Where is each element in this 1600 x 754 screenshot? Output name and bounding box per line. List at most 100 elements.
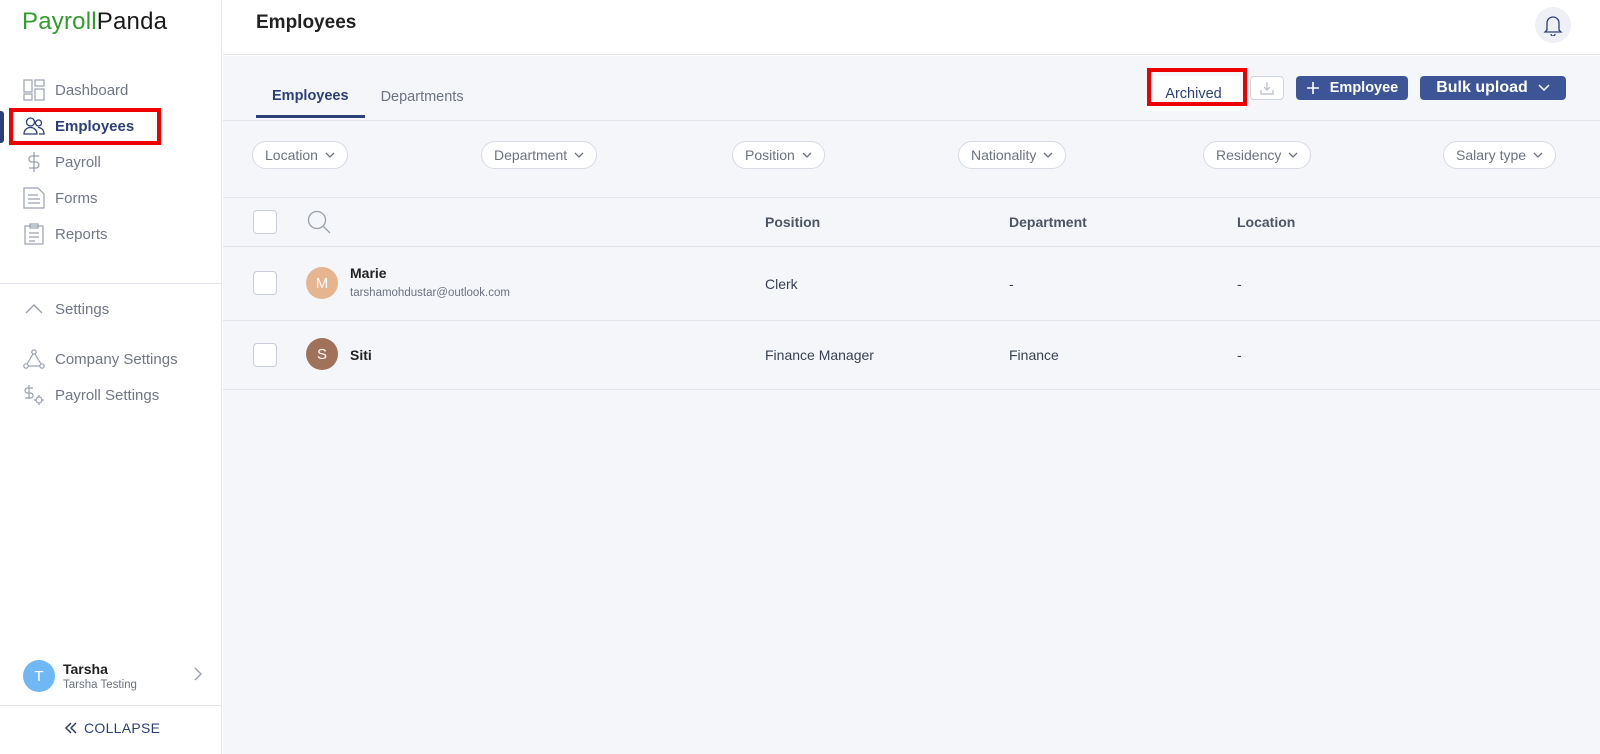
cell-position: Clerk [765, 276, 798, 292]
sidebar-item-label: Employees [55, 117, 135, 135]
sidebar-item-label: Payroll Settings [55, 386, 160, 404]
settings-section-toggle[interactable]: Settings [22, 294, 212, 324]
download-icon [1259, 80, 1275, 96]
sidebar-item-payroll[interactable]: Payroll [22, 147, 212, 177]
employee-name[interactable]: Siti [350, 347, 372, 363]
settings-label: Settings [55, 300, 110, 318]
brand-logo[interactable]: PayrollPanda [22, 8, 167, 36]
sidebar-item-employees[interactable]: Employees [22, 111, 212, 141]
filter-label: Department [494, 147, 568, 163]
chevron-down-icon [1288, 152, 1298, 158]
chevron-down-icon [1538, 84, 1550, 92]
sidebar-bottom-divider [0, 705, 222, 706]
user-profile[interactable]: T Tarsha Tarsha Testing [23, 658, 203, 694]
sidebar-item-label: Company Settings [55, 350, 178, 368]
row-checkbox[interactable] [253, 343, 277, 367]
employee-avatar: M [306, 267, 338, 299]
dollar-icon [22, 150, 46, 174]
filter-label: Nationality [971, 147, 1037, 163]
filter-location[interactable]: Location [252, 141, 348, 169]
sidebar-item-reports[interactable]: Reports [22, 219, 212, 249]
brand-part-2: Panda [96, 8, 168, 35]
sidebar-item-forms[interactable]: Forms [22, 183, 212, 213]
top-bar: Employees [223, 0, 1600, 55]
sidebar-item-label: Forms [55, 189, 98, 207]
chevron-down-icon [802, 152, 812, 158]
download-button[interactable] [1250, 76, 1284, 100]
column-header-position[interactable]: Position [765, 214, 820, 230]
chevron-down-icon [574, 152, 584, 158]
filter-nationality[interactable]: Nationality [958, 141, 1067, 169]
clipboard-icon [22, 222, 46, 246]
user-text: Tarsha Tarsha Testing [63, 661, 137, 691]
cell-position: Finance Manager [765, 347, 874, 363]
filter-residency[interactable]: Residency [1203, 141, 1312, 169]
content-area: Employees Departments Archived Employee … [223, 56, 1600, 754]
users-icon [22, 114, 46, 138]
table-row[interactable]: S Siti Finance Manager Finance - [223, 321, 1600, 388]
sidebar: PayrollPanda Dashboard Employees Payroll [0, 0, 222, 754]
active-nav-indicator [0, 111, 4, 143]
chevron-down-icon [1043, 152, 1053, 158]
employee-name[interactable]: Marie [350, 265, 387, 281]
bulk-upload-label: Bulk upload [1436, 79, 1528, 96]
tab-employees[interactable]: Employees [256, 76, 365, 118]
brand-part-1: Payroll [22, 8, 97, 35]
payroll-settings-icon [22, 383, 46, 407]
chevron-up-icon [22, 297, 46, 321]
tab-departments[interactable]: Departments [365, 76, 480, 118]
filter-bar: Location Department Position Nationality… [223, 122, 1600, 193]
cell-location: - [1237, 276, 1242, 292]
user-company: Tarsha Testing [63, 679, 137, 691]
row-checkbox[interactable] [253, 271, 277, 295]
column-header-location[interactable]: Location [1237, 214, 1295, 230]
archived-button[interactable]: Archived [1147, 76, 1240, 111]
plus-icon [1306, 81, 1320, 95]
chevron-down-icon [325, 152, 335, 158]
table-header: Position Department Location [223, 198, 1600, 246]
filter-label: Salary type [1456, 147, 1527, 163]
cell-location: - [1237, 347, 1242, 363]
filter-salary-type[interactable]: Salary type [1443, 141, 1557, 169]
main-area: Employees Employees Departments Archived [223, 0, 1600, 754]
add-employee-label: Employee [1329, 80, 1399, 96]
table-row[interactable]: M Marie tarshamohdustar@outlook.com Cler… [223, 247, 1600, 320]
network-icon [22, 347, 46, 371]
sidebar-item-company-settings[interactable]: Company Settings [22, 344, 212, 374]
select-all-checkbox[interactable] [253, 210, 277, 234]
app: PayrollPanda Dashboard Employees Payroll [0, 0, 1600, 754]
double-chevron-left-icon [64, 721, 78, 735]
page-title: Employees [256, 12, 357, 33]
document-icon [22, 186, 46, 210]
filter-department[interactable]: Department [481, 141, 598, 169]
cell-department: - [1009, 276, 1014, 292]
sidebar-item-label: Reports [55, 225, 108, 243]
add-employee-button[interactable]: Employee [1296, 76, 1408, 100]
tab-bar: Employees Departments [256, 76, 480, 118]
dashboard-icon [22, 78, 46, 102]
sidebar-divider [0, 283, 222, 284]
cell-department: Finance [1009, 347, 1059, 363]
bulk-upload-button[interactable]: Bulk upload [1420, 76, 1566, 100]
filter-position[interactable]: Position [732, 141, 825, 169]
tabs-divider [223, 120, 1600, 121]
search-icon[interactable] [307, 210, 331, 239]
employee-email: tarshamohdustar@outlook.com [350, 287, 510, 299]
collapse-label: COLLAPSE [84, 720, 161, 736]
sidebar-item-payroll-settings[interactable]: Payroll Settings [22, 380, 212, 410]
chevron-right-icon [193, 666, 203, 687]
user-avatar: T [23, 660, 55, 692]
employee-avatar: S [306, 338, 338, 370]
filter-label: Position [745, 147, 795, 163]
notifications-button[interactable] [1535, 7, 1571, 43]
sidebar-item-label: Dashboard [55, 81, 129, 99]
filter-label: Residency [1216, 147, 1282, 163]
sidebar-item-label: Payroll [55, 153, 101, 171]
collapse-button[interactable]: COLLAPSE [64, 720, 160, 736]
chevron-down-icon [1533, 152, 1543, 158]
user-name: Tarsha [63, 661, 108, 677]
row-divider [223, 389, 1600, 390]
column-header-department[interactable]: Department [1009, 214, 1087, 230]
sidebar-item-dashboard[interactable]: Dashboard [22, 75, 212, 105]
bell-icon [1543, 14, 1563, 36]
